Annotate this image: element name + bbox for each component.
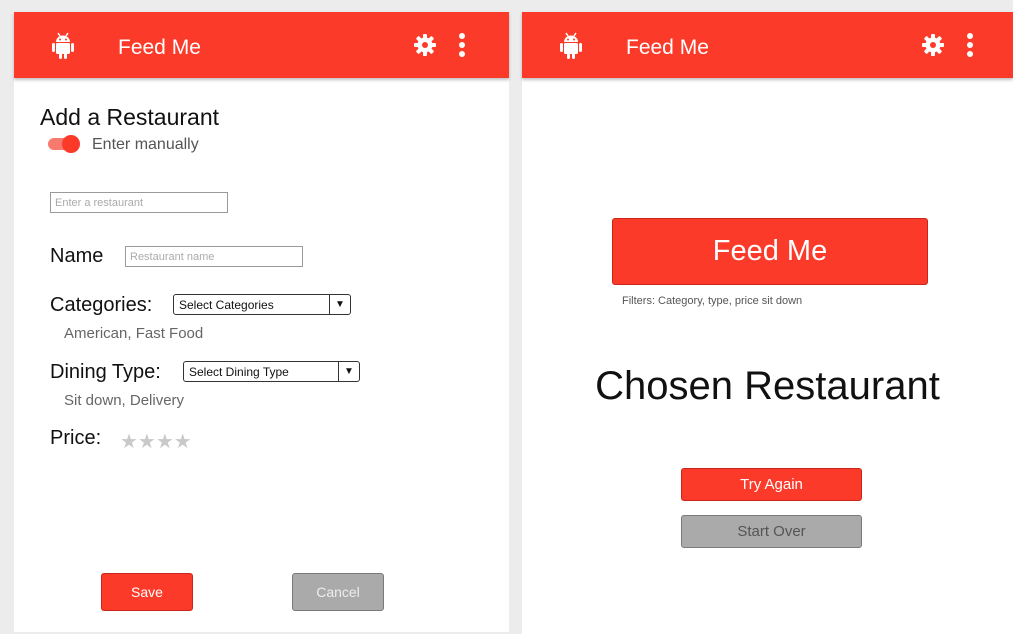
selected-categories: American, Fast Food [64,325,204,342]
price-label: Price: [50,427,102,449]
toggle-label: Enter manually [92,136,199,153]
more-vert-icon[interactable] [966,32,974,58]
price-rating-stars[interactable]: ★★★★ [120,429,192,454]
name-label: Name [50,245,104,267]
app-bar: Feed Me [14,12,509,78]
feed-me-screen: Feed Me Feed Me Filters: Category, type,… [522,12,1013,634]
categories-select[interactable]: Select Categories ▼ [173,294,351,315]
app-title: Feed Me [626,36,709,59]
feed-me-button[interactable]: Feed Me [612,218,928,285]
chevron-down-icon: ▼ [338,362,359,381]
enter-manually-toggle[interactable] [48,135,82,153]
app-title: Feed Me [118,36,201,59]
chevron-down-icon: ▼ [329,295,350,314]
app-bar: Feed Me [522,12,1013,78]
chosen-restaurant: Chosen Restaurant [595,364,940,408]
add-restaurant-screen: Feed Me Add a Restaurant Enter manually … [14,12,509,632]
start-over-button[interactable]: Start Over [681,515,862,548]
dining-type-select-value: Select Dining Type [189,365,289,379]
dining-type-label: Dining Type: [50,361,161,383]
android-icon [560,32,582,59]
toggle-knob [62,135,80,153]
restaurant-search-input[interactable] [50,192,228,213]
selected-dining-types: Sit down, Delivery [64,392,185,409]
filters-summary: Filters: Category, type, price sit down [622,295,803,307]
gear-icon[interactable] [922,34,944,56]
dining-type-select[interactable]: Select Dining Type ▼ [183,361,360,382]
categories-label: Categories: [50,294,153,316]
try-again-button[interactable]: Try Again [681,468,862,501]
save-button[interactable]: Save [101,573,193,611]
categories-select-value: Select Categories [179,298,274,312]
restaurant-name-input[interactable] [125,246,303,267]
gear-icon[interactable] [414,34,436,56]
android-icon [52,32,74,59]
more-vert-icon[interactable] [458,32,466,58]
cancel-button[interactable]: Cancel [292,573,384,611]
page-title: Add a Restaurant [40,104,220,130]
